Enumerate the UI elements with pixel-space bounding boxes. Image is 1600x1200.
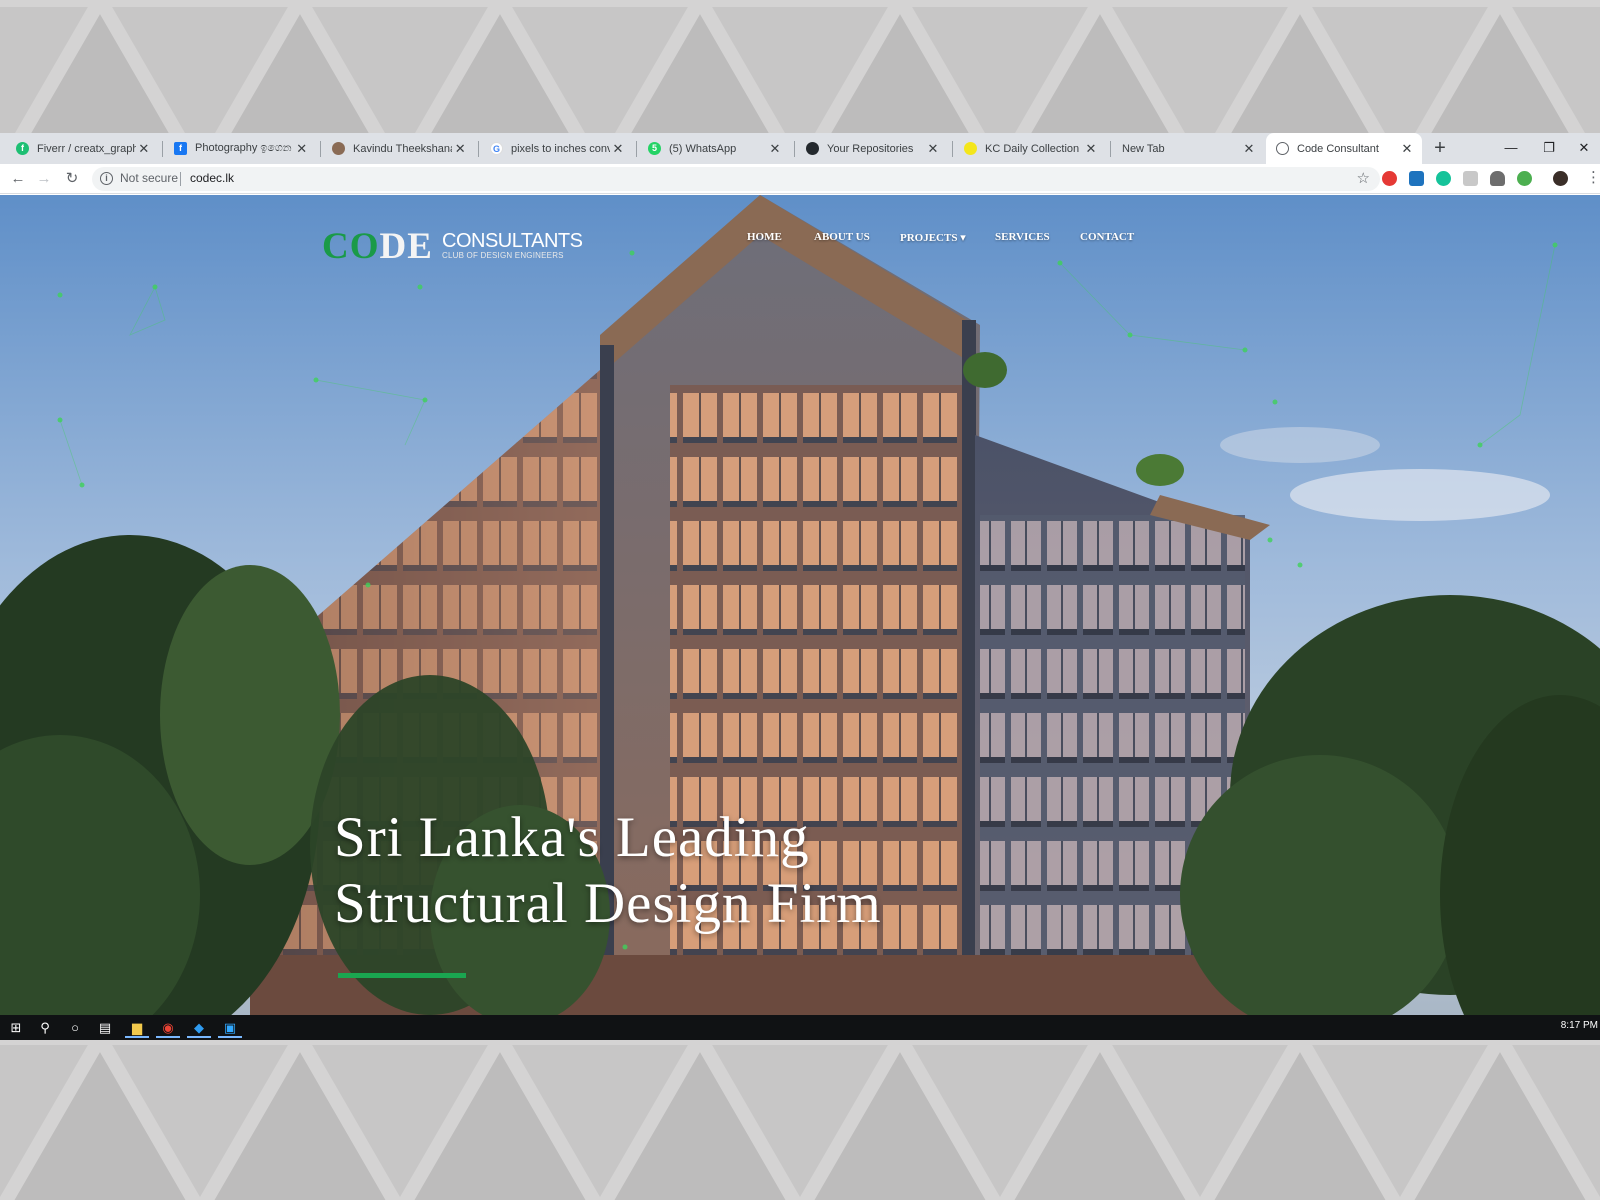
cloud-icon[interactable]	[1490, 171, 1505, 186]
tab-title: Photography ඉගෙන ග	[195, 142, 294, 154]
new-tab-button[interactable]: +	[1428, 136, 1452, 160]
windows-start-icon[interactable]: ⊞	[4, 1017, 28, 1038]
grammarly-icon[interactable]	[1436, 171, 1451, 186]
profile-avatar[interactable]	[1553, 171, 1568, 186]
nav-projects-dropdown[interactable]: PROJECTS ▾	[900, 231, 966, 244]
profile-icon	[332, 142, 345, 155]
chrome-icon[interactable]: ◉	[156, 1017, 180, 1038]
tab-kc-daily[interactable]: KC Daily Collection ✕	[954, 133, 1106, 164]
browser-menu-icon[interactable]: ⋮	[1586, 168, 1600, 186]
nav-about-us[interactable]: ABOUT US	[814, 231, 870, 243]
browser-toolbar: ← → ↻ i Not secure codec.lk ☆ ⋮	[0, 164, 1600, 194]
headline-line-1: Sri Lanka's Leading	[334, 806, 810, 869]
extension-icon[interactable]	[1463, 171, 1478, 186]
forward-arrow-icon[interactable]: →	[33, 168, 55, 190]
tab-title: Fiverr / creatx_graphic	[37, 142, 136, 155]
tab-whatsapp[interactable]: 5 (5) WhatsApp ✕	[638, 133, 790, 164]
restore-button[interactable]: ❐	[1530, 133, 1568, 164]
tab-github[interactable]: Your Repositories ✕	[796, 133, 948, 164]
close-icon[interactable]: ✕	[610, 141, 626, 157]
github-icon	[806, 142, 819, 155]
tab-separator	[162, 141, 163, 157]
tab-title: KC Daily Collection	[985, 142, 1080, 155]
headline-accent-bar	[338, 973, 466, 978]
tab-title: pixels to inches conver	[511, 142, 610, 155]
tab-title: Kavindu Theekshana H	[353, 142, 453, 155]
close-icon[interactable]: ✕	[1082, 141, 1100, 157]
back-arrow-icon[interactable]: ←	[7, 168, 29, 190]
close-icon[interactable]: ✕	[1240, 141, 1258, 157]
tab-separator	[794, 141, 795, 157]
photoshop-icon[interactable]: ▣	[218, 1017, 242, 1038]
tab-code-consultant[interactable]: Code Consultant ✕	[1266, 133, 1422, 164]
headline-line-2: Structural Design Firm	[334, 872, 882, 935]
reload-icon[interactable]: ↻	[61, 168, 83, 190]
nav-contact[interactable]: CONTACT	[1080, 231, 1134, 243]
minimize-button[interactable]: —	[1492, 133, 1530, 164]
url-text[interactable]: codec.lk	[190, 171, 234, 185]
nav-services[interactable]: SERVICES	[995, 231, 1050, 243]
close-icon[interactable]: ✕	[452, 141, 468, 157]
info-icon[interactable]: i	[100, 172, 113, 185]
address-divider	[180, 172, 181, 186]
hero-headline: Sri Lanka's Leading Structural Design Fi…	[334, 805, 1134, 937]
tab-separator	[1110, 141, 1111, 157]
whatsapp-icon: 5	[648, 142, 661, 155]
tab-separator	[952, 141, 953, 157]
desktop-screen: f Fiverr / creatx_graphic ✕ f Photograph…	[0, 133, 1600, 1040]
website-hero: CODE CONSULTANTS CLUB OF DESIGN ENGINEER…	[0, 195, 1600, 1015]
tab-title: (5) WhatsApp	[669, 142, 737, 155]
globe-icon	[1276, 142, 1289, 155]
close-window-button[interactable]: ✕	[1568, 133, 1600, 164]
tab-fiverr[interactable]: f Fiverr / creatx_graphic ✕	[6, 133, 158, 164]
fiverr-icon: f	[16, 142, 29, 155]
facebook-icon: f	[174, 142, 187, 155]
tab-photography[interactable]: f Photography ඉගෙන ග ✕	[164, 133, 316, 164]
browser-tab-strip: f Fiverr / creatx_graphic ✕ f Photograph…	[0, 133, 1600, 164]
adblock-icon[interactable]	[1382, 171, 1397, 186]
cortana-icon[interactable]: ○	[63, 1017, 87, 1038]
close-icon[interactable]: ✕	[294, 141, 310, 157]
task-view-icon[interactable]: ▤	[93, 1017, 117, 1038]
tab-separator	[320, 141, 321, 157]
tab-kavindu[interactable]: Kavindu Theekshana H ✕	[322, 133, 474, 164]
site-navigation: HOME ABOUT US PROJECTS ▾ SERVICES CONTAC…	[0, 231, 1600, 251]
tab-title: Your Repositories	[827, 142, 914, 155]
address-bar[interactable]: i Not secure codec.lk ☆	[92, 167, 1380, 191]
bookmark-star-icon[interactable]: ☆	[1357, 169, 1370, 187]
windows-taskbar: ⊞ ⚲ ○ ▤ ▆ ◉ ◆ ▣ 8:17 PM	[0, 1015, 1600, 1040]
extension-icon[interactable]	[1409, 171, 1424, 186]
tab-separator	[478, 141, 479, 157]
tab-title: Code Consultant	[1297, 142, 1379, 155]
google-icon: G	[490, 142, 503, 155]
close-icon[interactable]: ✕	[924, 141, 942, 157]
tab-separator	[636, 141, 637, 157]
tab-title: New Tab	[1122, 142, 1165, 155]
nav-home[interactable]: HOME	[747, 231, 782, 243]
tab-new-tab[interactable]: New Tab ✕	[1112, 133, 1264, 164]
close-icon[interactable]: ✕	[136, 141, 152, 157]
extension-icon[interactable]	[1517, 171, 1532, 186]
taskbar-clock[interactable]: 8:17 PM	[1561, 1020, 1598, 1031]
tab-google-search[interactable]: G pixels to inches conver ✕	[480, 133, 632, 164]
close-icon[interactable]: ✕	[1398, 141, 1416, 157]
search-icon[interactable]: ⚲	[33, 1017, 57, 1038]
security-label: Not secure	[120, 171, 179, 185]
vscode-icon[interactable]: ◆	[187, 1017, 211, 1038]
dot-icon	[964, 142, 977, 155]
close-icon[interactable]: ✕	[766, 141, 784, 157]
logo-tagline: CLUB OF DESIGN ENGINEERS	[442, 251, 564, 260]
file-explorer-icon[interactable]: ▆	[125, 1017, 149, 1038]
